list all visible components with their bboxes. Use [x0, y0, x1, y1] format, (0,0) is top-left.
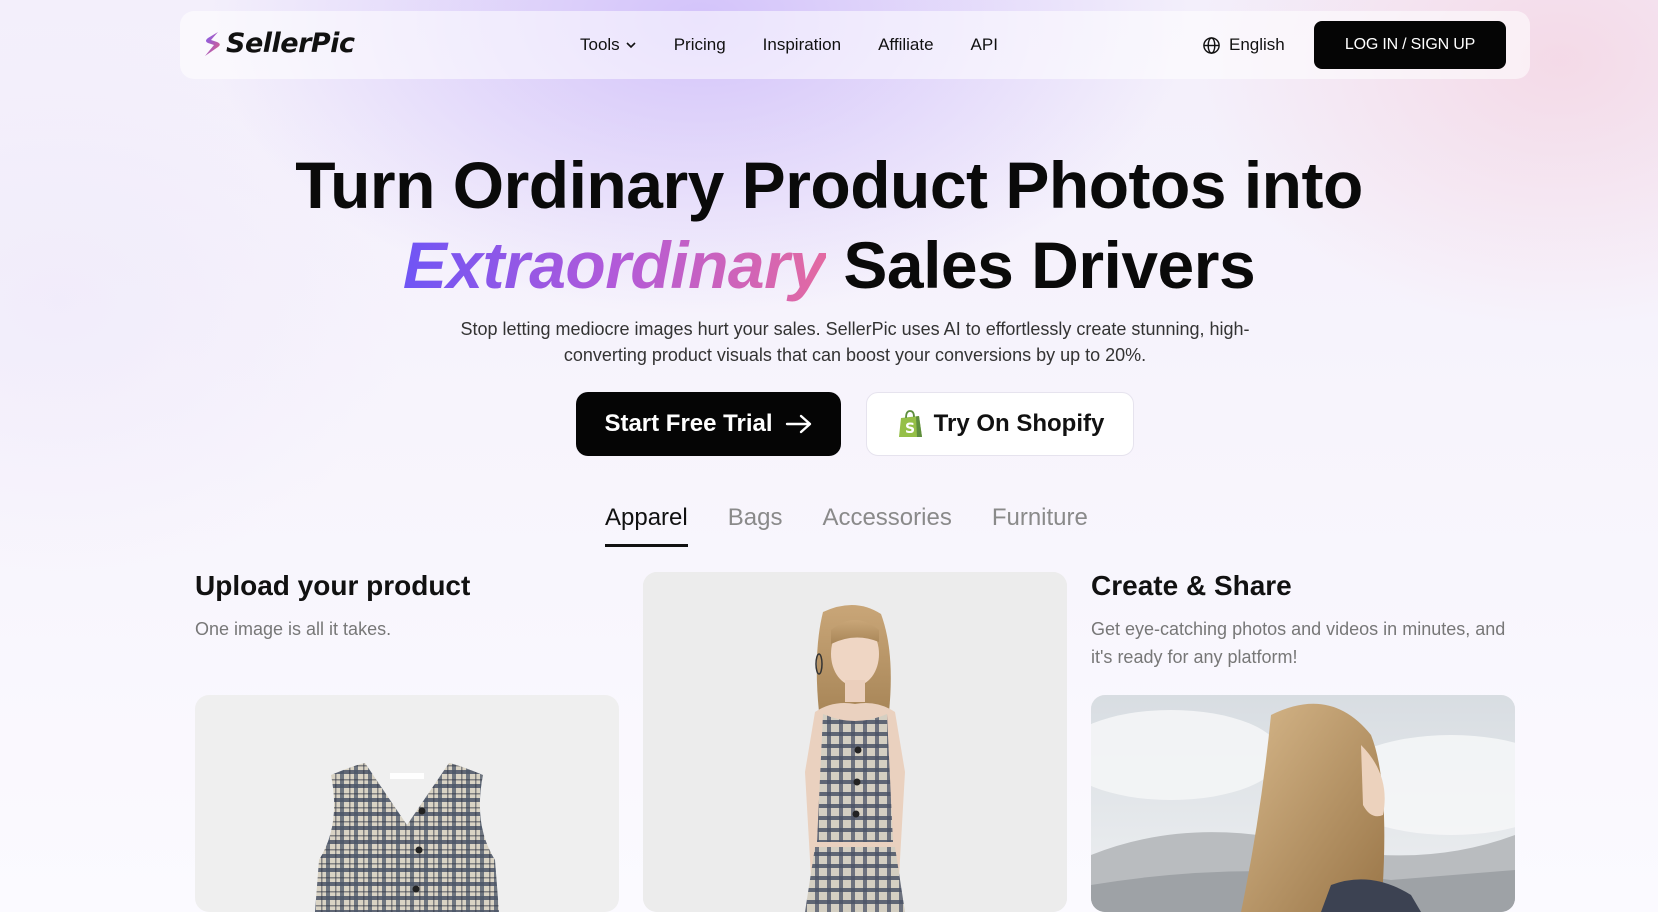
top-navbar: SellerPic Tools Pricing Inspiration Affi…	[180, 11, 1530, 79]
chevron-down-icon	[626, 42, 636, 49]
hero-title-line2: Extraordinary Sales Drivers	[0, 225, 1658, 305]
try-on-shopify-button[interactable]: S Try On Shopify	[866, 392, 1134, 456]
share-result-image	[1091, 695, 1515, 912]
main-menu: Tools Pricing Inspiration Affiliate API	[580, 11, 1035, 79]
nav-item-label: Affiliate	[878, 35, 934, 54]
plaid-vest-image	[315, 763, 499, 912]
language-label: English	[1229, 35, 1285, 54]
brand-logo[interactable]: SellerPic	[202, 28, 355, 59]
model-outdoor-image	[1091, 695, 1515, 912]
start-free-trial-label: Start Free Trial	[604, 410, 773, 437]
shopify-bag-icon: S	[898, 410, 922, 437]
nav-item-pricing[interactable]: Pricing	[674, 35, 726, 55]
nav-item-api[interactable]: API	[971, 35, 998, 55]
try-on-shopify-label: Try On Shopify	[933, 410, 1105, 437]
tab-accessories[interactable]: Accessories	[822, 504, 951, 547]
product-upload-image	[195, 695, 619, 912]
brand-name: SellerPic	[226, 28, 355, 59]
globe-icon	[1203, 36, 1220, 54]
hero-title-accent: Extraordinary	[402, 228, 826, 302]
tab-bags[interactable]: Bags	[728, 504, 783, 547]
sellerpic-logo-icon	[205, 31, 220, 56]
start-free-trial-button[interactable]: Start Free Trial	[576, 392, 841, 456]
nav-item-inspiration[interactable]: Inspiration	[763, 35, 841, 55]
upload-step-description: One image is all it takes.	[195, 619, 392, 639]
language-selector[interactable]: English	[1202, 11, 1285, 79]
hero-subtitle: Stop letting mediocre images hurt your s…	[460, 319, 1250, 365]
model-result-image	[643, 572, 1067, 912]
hero-title-rest: Sales Drivers	[843, 228, 1256, 302]
hero-title: Turn Ordinary Product Photos into Extrao…	[0, 145, 1658, 305]
nav-item-label: API	[970, 35, 998, 54]
hero-title-line1: Turn Ordinary Product Photos into	[295, 148, 1363, 222]
arrow-right-icon	[785, 414, 811, 434]
nav-item-affiliate[interactable]: Affiliate	[878, 35, 933, 55]
svg-text:S: S	[905, 421, 915, 437]
nav-item-label: Pricing	[673, 35, 726, 54]
nav-item-label: Inspiration	[762, 35, 842, 54]
upload-step-title: Upload your product	[195, 570, 471, 601]
tab-apparel[interactable]: Apparel	[605, 504, 688, 547]
nav-item-label: Tools	[580, 35, 620, 54]
create-step-description: Get eye-catching photos and videos in mi…	[1091, 619, 1506, 667]
category-tabs: Apparel Bags Accessories Furniture	[605, 504, 1088, 547]
login-signup-button[interactable]: LOG IN / SIGN UP	[1314, 21, 1506, 69]
model-wearing-vest-image	[643, 572, 1067, 912]
nav-item-tools[interactable]: Tools	[580, 35, 637, 55]
create-step-title: Create & Share	[1091, 570, 1292, 601]
tab-furniture[interactable]: Furniture	[992, 504, 1088, 547]
